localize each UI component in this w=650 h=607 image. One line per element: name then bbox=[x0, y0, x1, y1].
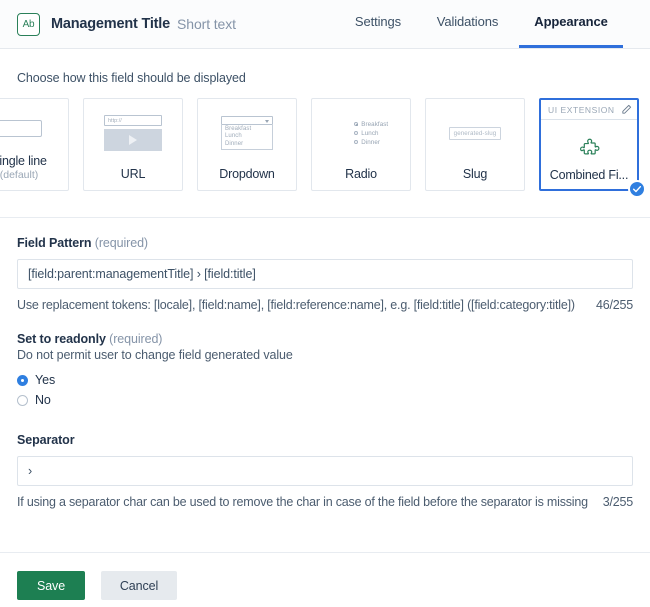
select-option: Dinner bbox=[225, 141, 272, 149]
appearance-card-label: Combined Fi... bbox=[550, 168, 628, 182]
field-pattern-label-text: Field Pattern bbox=[17, 236, 91, 250]
appearance-card-label: Radio bbox=[345, 167, 377, 181]
tab-appearance[interactable]: Appearance bbox=[519, 0, 623, 48]
single-line-preview bbox=[0, 99, 68, 154]
radio-dot-icon bbox=[354, 140, 359, 145]
slug-preview: generated-slug bbox=[426, 99, 524, 167]
text-input-glyph bbox=[0, 120, 42, 137]
radio-option-label: Lunch bbox=[361, 129, 378, 138]
tab-validations[interactable]: Validations bbox=[416, 0, 519, 48]
appearance-card-combined-field[interactable]: UI EXTENSION Combined Fi... bbox=[539, 98, 639, 191]
select-option-list: Breakfast Lunch Dinner bbox=[221, 125, 273, 151]
readonly-label: Set to readonly (required) bbox=[17, 332, 633, 346]
radio-option: Breakfast bbox=[354, 120, 389, 129]
radio-dot-icon bbox=[354, 122, 359, 127]
field-pattern-required-note: (required) bbox=[95, 236, 148, 250]
radio-button-icon[interactable] bbox=[17, 395, 28, 406]
readonly-radio-yes[interactable]: Yes bbox=[17, 373, 633, 387]
field-type-label: Short text bbox=[177, 16, 236, 32]
radio-dot-icon bbox=[354, 131, 359, 136]
puzzle-piece-icon bbox=[541, 126, 637, 168]
ab-text-icon-label: Ab bbox=[23, 19, 35, 30]
form-actions: Save Cancel bbox=[17, 571, 177, 600]
select-option: Lunch bbox=[225, 133, 272, 141]
footer-divider bbox=[0, 552, 650, 553]
field-pattern-footer: Use replacement tokens: [locale], [field… bbox=[17, 298, 633, 312]
select-glyph bbox=[221, 116, 273, 125]
readonly-label-text: Set to readonly bbox=[17, 332, 106, 346]
page-title: Management Title bbox=[51, 16, 170, 32]
radio-preview: Breakfast Lunch Dinner bbox=[312, 99, 410, 167]
radio-option-label: Breakfast bbox=[361, 120, 388, 129]
field-pattern-label: Field Pattern (required) bbox=[17, 236, 633, 250]
pencil-icon[interactable] bbox=[621, 104, 632, 115]
save-button[interactable]: Save bbox=[17, 571, 85, 600]
url-preview: http:// bbox=[84, 99, 182, 167]
separator-group: Separator If using a separator char can … bbox=[17, 433, 633, 509]
appearance-card-label: Slug bbox=[463, 167, 487, 181]
readonly-group: Set to readonly (required) Do not permit… bbox=[17, 332, 633, 407]
separator-input[interactable] bbox=[17, 456, 633, 486]
ui-extension-label: UI EXTENSION bbox=[548, 105, 615, 115]
readonly-radio-group: Yes No bbox=[17, 373, 633, 407]
spacer bbox=[17, 413, 633, 433]
appearance-card-list: Single line (default) http:// URL bbox=[0, 98, 650, 191]
appearance-card-label: Dropdown bbox=[219, 167, 274, 181]
field-pattern-counter: 46/255 bbox=[584, 298, 633, 312]
readonly-required-note: (required) bbox=[109, 332, 162, 346]
appearance-card-dropdown[interactable]: Breakfast Lunch Dinner Dropdown bbox=[197, 98, 297, 191]
tab-bar: Settings Validations Appearance bbox=[340, 0, 623, 48]
ui-extension-header: UI EXTENSION bbox=[541, 100, 637, 120]
spacer bbox=[17, 312, 633, 332]
radio-option-label: Dinner bbox=[361, 138, 380, 147]
separator-label: Separator bbox=[17, 433, 633, 447]
appearance-prompt: Choose how this field should be displaye… bbox=[0, 71, 650, 85]
ab-text-icon: Ab bbox=[17, 13, 40, 36]
field-editor-header: Ab Management Title Short text Settings … bbox=[0, 0, 650, 49]
appearance-card-label: URL bbox=[121, 167, 145, 181]
slug-sample-glyph: generated-slug bbox=[449, 127, 502, 140]
appearance-card-sublabel: (default) bbox=[0, 169, 38, 181]
dropdown-preview: Breakfast Lunch Dinner bbox=[198, 99, 296, 167]
appearance-picker: Choose how this field should be displaye… bbox=[0, 49, 650, 191]
check-icon bbox=[628, 180, 646, 198]
readonly-help: Do not permit user to change field gener… bbox=[17, 348, 633, 362]
appearance-card-label: Single line bbox=[0, 154, 47, 168]
field-pattern-help: Use replacement tokens: [locale], [field… bbox=[17, 298, 575, 312]
separator-footer: If using a separator char can be used to… bbox=[17, 495, 633, 509]
radio-button-icon[interactable] bbox=[17, 375, 28, 386]
appearance-card-single-line[interactable]: Single line (default) bbox=[0, 98, 69, 191]
radio-option: Dinner bbox=[354, 138, 389, 147]
field-pattern-input[interactable] bbox=[17, 259, 633, 289]
separator-help: If using a separator char can be used to… bbox=[17, 495, 588, 509]
readonly-radio-no[interactable]: No bbox=[17, 393, 633, 407]
play-icon bbox=[129, 135, 137, 145]
tab-settings[interactable]: Settings bbox=[340, 0, 416, 48]
appearance-card-radio[interactable]: Breakfast Lunch Dinner Radio bbox=[311, 98, 411, 191]
radio-option: Lunch bbox=[354, 129, 389, 138]
appearance-card-slug[interactable]: generated-slug Slug bbox=[425, 98, 525, 191]
field-pattern-group: Field Pattern (required) Use replacement… bbox=[17, 236, 633, 312]
url-input-glyph: http:// bbox=[104, 115, 162, 126]
chevron-down-icon bbox=[265, 120, 269, 123]
select-option: Breakfast bbox=[225, 126, 272, 134]
readonly-radio-no-label: No bbox=[35, 393, 51, 407]
separator-counter: 3/255 bbox=[591, 495, 633, 509]
appearance-card-url[interactable]: http:// URL bbox=[83, 98, 183, 191]
readonly-radio-yes-label: Yes bbox=[35, 373, 55, 387]
video-player-glyph bbox=[104, 129, 162, 151]
appearance-settings-form: Field Pattern (required) Use replacement… bbox=[0, 218, 650, 509]
cancel-button[interactable]: Cancel bbox=[101, 571, 177, 600]
separator-label-text: Separator bbox=[17, 433, 74, 447]
